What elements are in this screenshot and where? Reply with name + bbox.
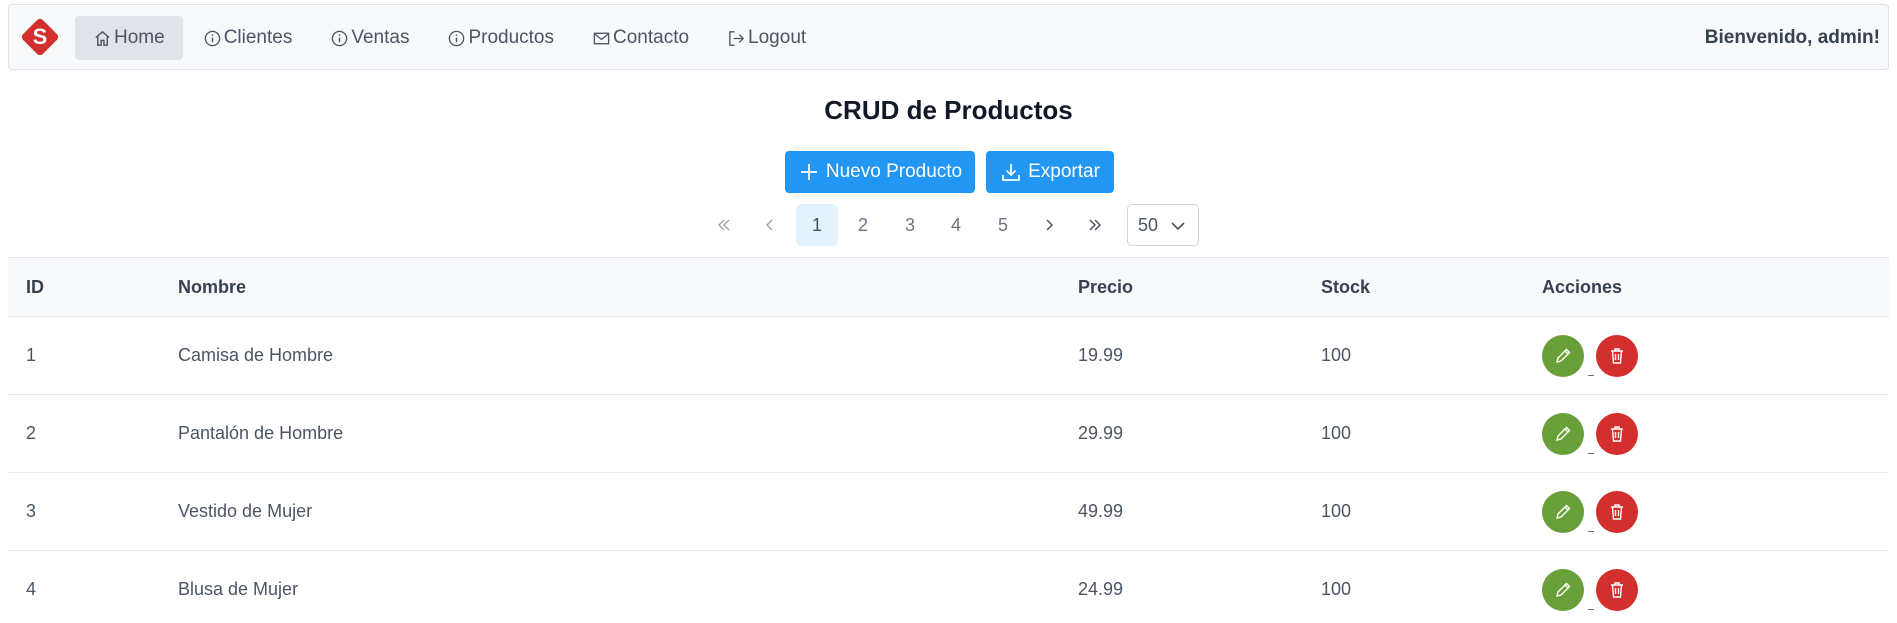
page-title: CRUD de Productos — [824, 95, 1073, 125]
actions-separator — [1588, 531, 1594, 532]
trash-icon — [1611, 581, 1623, 598]
actions-separator — [1588, 375, 1594, 376]
first-page-button[interactable] — [703, 204, 745, 246]
last-page-button[interactable] — [1074, 204, 1116, 246]
cell-id: 1 — [26, 345, 37, 365]
home-icon — [95, 30, 110, 46]
cell-price: 19.99 — [1078, 345, 1124, 365]
export-label: Exportar — [1028, 161, 1100, 182]
row-actions — [1542, 317, 1638, 394]
trash-icon — [1611, 347, 1623, 364]
nav-item-label: Contacto — [613, 27, 690, 48]
page-button[interactable]: 2 — [842, 204, 884, 246]
nav-item-label: Productos — [468, 27, 554, 48]
cell-stock: 100 — [1321, 579, 1352, 599]
table-row: 2 Pantalón de Hombre 29.99 100 — [8, 395, 1889, 473]
prev-page-button[interactable] — [749, 204, 791, 246]
cell-id: 3 — [26, 501, 37, 521]
chevrons-left-icon — [718, 219, 730, 231]
row-actions — [1542, 473, 1638, 550]
download-icon — [1002, 164, 1020, 181]
new-product-label: Nuevo Producto — [825, 161, 963, 182]
svg-text:S: S — [33, 24, 48, 49]
edit-button[interactable] — [1542, 334, 1584, 377]
pencil-icon — [1556, 582, 1571, 597]
chevrons-right-icon — [1089, 219, 1102, 231]
pencil-icon — [1556, 504, 1571, 519]
cell-stock: 100 — [1321, 345, 1352, 365]
header-name[interactable]: Nombre — [178, 258, 246, 316]
navbar: S Home Clientes Ventas Productos Contact… — [8, 4, 1889, 70]
pagination: 1 2 3 4 5 50 — [0, 204, 1897, 246]
cell-name: Camisa de Hombre — [178, 345, 334, 365]
pencil-icon — [1556, 348, 1571, 363]
chevron-down-icon — [1171, 222, 1185, 231]
nav-item-home[interactable]: Home — [75, 16, 183, 60]
row-actions — [1542, 395, 1638, 472]
nav-item-label: Home — [114, 27, 165, 48]
delete-button[interactable] — [1596, 490, 1638, 533]
info-icon — [204, 30, 220, 46]
nav-item-contacto[interactable]: Contacto — [574, 16, 707, 60]
table-row: 1 Camisa de Hombre 19.99 100 — [8, 317, 1889, 395]
table-header: ID Nombre Precio Stock Acciones — [8, 257, 1889, 317]
next-page-button[interactable] — [1028, 204, 1070, 246]
actions-separator — [1588, 609, 1594, 610]
info-icon — [332, 30, 348, 46]
page-button[interactable]: 5 — [982, 204, 1024, 246]
chevron-left-icon — [766, 219, 773, 231]
nav-item-label: Ventas — [351, 27, 410, 48]
cell-name: Pantalón de Hombre — [178, 423, 344, 443]
export-button[interactable]: Exportar — [986, 151, 1114, 193]
cell-price: 29.99 — [1078, 423, 1124, 443]
cell-name: Vestido de Mujer — [178, 501, 313, 521]
pencil-icon — [1556, 426, 1571, 441]
nav-item-clientes[interactable]: Clientes — [185, 16, 311, 60]
plus-icon — [800, 164, 817, 180]
envelope-icon — [593, 32, 610, 44]
nav-item-label: Logout — [748, 27, 807, 48]
rows-per-page-select[interactable]: 50 — [1127, 204, 1199, 246]
info-icon — [449, 30, 465, 46]
rows-per-page-value: 50 — [1138, 214, 1159, 235]
actions-separator — [1588, 453, 1594, 454]
chevron-right-icon — [1046, 219, 1054, 231]
logo-icon: S — [21, 18, 59, 56]
logout-icon — [729, 30, 745, 46]
welcome-message: Bienvenido, admin! — [1704, 27, 1880, 48]
nav-item-ventas[interactable]: Ventas — [312, 16, 427, 60]
table-row: 4 Blusa de Mujer 24.99 100 — [8, 551, 1889, 623]
trash-icon — [1611, 503, 1623, 520]
delete-button[interactable] — [1596, 334, 1638, 377]
edit-button[interactable] — [1542, 490, 1584, 533]
row-actions — [1542, 551, 1638, 623]
products-table: ID Nombre Precio Stock Acciones 1 Camisa… — [8, 257, 1889, 623]
delete-button[interactable] — [1596, 412, 1638, 455]
cell-stock: 100 — [1321, 423, 1352, 443]
nav-item-productos[interactable]: Productos — [429, 16, 572, 60]
header-id[interactable]: ID — [26, 258, 44, 316]
cell-name: Blusa de Mujer — [178, 579, 299, 599]
edit-button[interactable] — [1542, 412, 1584, 455]
cell-id: 2 — [26, 423, 37, 443]
page-button[interactable]: 1 — [796, 204, 838, 246]
delete-button[interactable] — [1596, 568, 1638, 611]
cell-price: 49.99 — [1078, 501, 1124, 521]
header-stock[interactable]: Stock — [1321, 258, 1370, 316]
nav-item-label: Clientes — [223, 27, 293, 48]
edit-button[interactable] — [1542, 568, 1584, 611]
cell-id: 4 — [26, 579, 37, 599]
header-price[interactable]: Precio — [1078, 258, 1133, 316]
nav-item-logout[interactable]: Logout — [709, 16, 824, 60]
cell-stock: 100 — [1321, 501, 1352, 521]
new-product-button[interactable]: Nuevo Producto — [785, 151, 975, 193]
logo[interactable]: S — [19, 16, 61, 58]
trash-icon — [1611, 425, 1623, 442]
cell-price: 24.99 — [1078, 579, 1124, 599]
nav-menu: Home Clientes Ventas Productos Contacto … — [75, 16, 826, 60]
page-button[interactable]: 4 — [935, 204, 977, 246]
page-button[interactable]: 3 — [889, 204, 931, 246]
table-row: 3 Vestido de Mujer 49.99 100 — [8, 473, 1889, 551]
header-actions: Acciones — [1542, 276, 1623, 297]
